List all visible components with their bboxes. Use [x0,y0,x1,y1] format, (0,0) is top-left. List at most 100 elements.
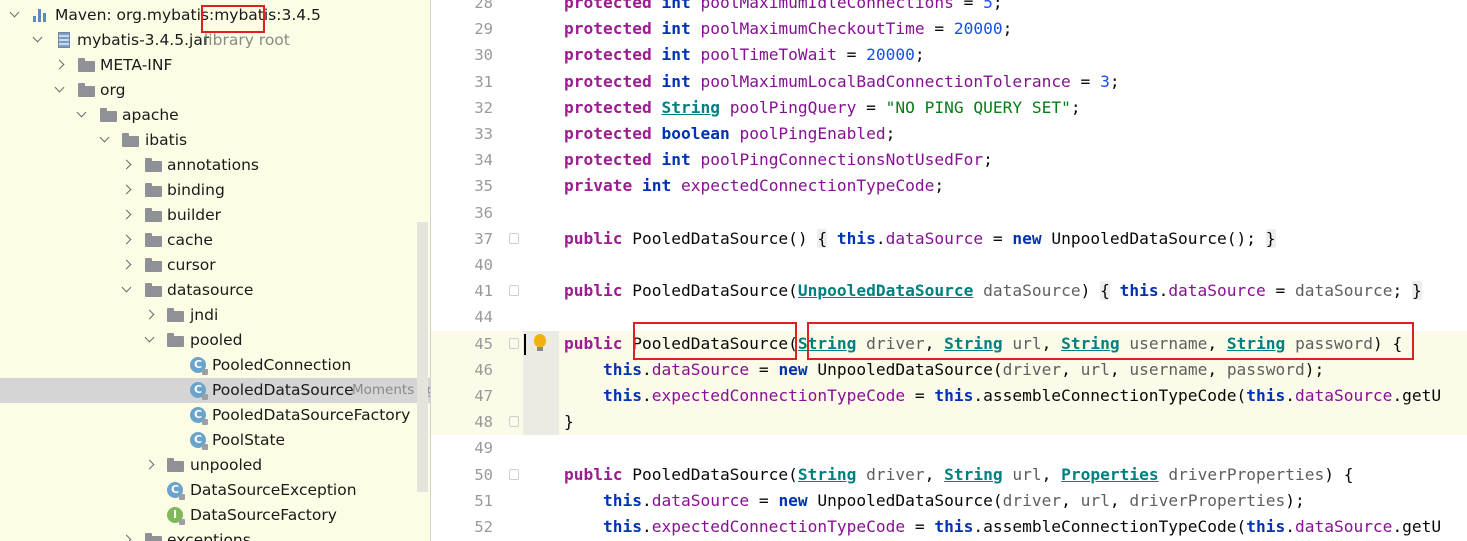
line-number[interactable]: 37 [431,226,493,252]
line-number[interactable]: 44 [431,304,493,330]
code-line[interactable]: 52 this.expectedConnectionTypeCode = thi… [431,514,1467,540]
line-number[interactable]: 41 [431,278,493,304]
code-line[interactable]: 51 this.dataSource = new UnpooledDataSou… [431,488,1467,514]
tree-row-class[interactable]: C DataSourceException [0,478,430,503]
line-number[interactable]: 33 [431,121,493,147]
code-text[interactable]: } [564,409,574,435]
line-number[interactable]: 46 [431,357,493,383]
tree-row-folder[interactable]: datasource [0,278,430,303]
line-number[interactable]: 48 [431,409,493,435]
code-text[interactable]: protected int poolMaximumIdleConnections… [564,0,1003,16]
fold-marker-icon[interactable] [509,285,519,297]
chevron-down-icon[interactable] [53,78,67,103]
tree-row-folder[interactable]: META-INF [0,53,430,78]
code-text[interactable]: protected int poolMaximumLocalBadConnect… [564,69,1120,95]
tree-row-class-selected[interactable]: C PooledDataSource Moments ag [0,378,430,403]
tree-row-class[interactable]: C PooledConnection [0,353,430,378]
code-text[interactable]: public PooledDataSource(String driver, S… [564,462,1354,488]
fold-marker-icon[interactable] [509,468,519,480]
line-number[interactable]: 28 [431,0,493,16]
chevron-right-icon[interactable] [120,203,134,228]
tree-row-jar[interactable]: mybatis-3.4.5.jar library root [0,28,430,53]
code-text[interactable]: protected int poolPingConnectionsNotUsed… [564,147,993,173]
tree-row-folder[interactable]: binding [0,178,430,203]
code-line[interactable]: 30 protected int poolTimeToWait = 20000; [431,42,1467,68]
code-line[interactable]: 36 [431,200,1467,226]
tree-row-folder[interactable]: org [0,78,430,103]
tree-scrollbar[interactable] [417,222,428,492]
line-number[interactable]: 30 [431,42,493,68]
line-number[interactable]: 45 [431,331,493,357]
tree-row-folder[interactable]: jndi [0,303,430,328]
code-text[interactable]: this.expectedConnectionTypeCode = this.a… [564,383,1441,409]
code-text[interactable]: this.dataSource = new UnpooledDataSource… [564,357,1324,383]
tree-row-folder[interactable]: builder [0,203,430,228]
code-text[interactable]: protected int poolTimeToWait = 20000; [564,42,925,68]
fold-marker-icon[interactable] [509,416,519,428]
tree-row-folder[interactable]: apache [0,103,430,128]
code-text[interactable]: this.expectedConnectionTypeCode = this.a… [564,514,1441,540]
code-line[interactable]: 46 this.dataSource = new UnpooledDataSou… [431,356,1467,383]
chevron-right-icon[interactable] [120,528,134,541]
line-number[interactable]: 36 [431,200,493,226]
tree-row-maven-root[interactable]: Maven: org.mybatis:mybatis:3.4.5 [0,3,430,28]
fold-marker-icon[interactable] [509,232,519,244]
intention-bulb-icon[interactable] [534,333,546,351]
code-text[interactable]: protected int poolMaximumCheckoutTime = … [564,16,1012,42]
code-text[interactable]: public PooledDataSource(String driver, S… [564,331,1402,357]
chevron-right-icon[interactable] [120,153,134,178]
code-text[interactable]: protected boolean poolPingEnabled; [564,121,895,147]
tree-row-folder[interactable]: exceptions [0,528,430,541]
tree-row-folder[interactable]: unpooled [0,453,430,478]
code-line[interactable]: 28 protected int poolMaximumIdleConnectio… [431,0,1467,16]
code-line[interactable]: 33 protected boolean poolPingEnabled; [431,121,1467,147]
code-text[interactable]: public PooledDataSource(UnpooledDataSour… [564,278,1422,304]
line-number[interactable]: 32 [431,95,493,121]
line-number[interactable]: 35 [431,173,493,199]
line-number[interactable]: 52 [431,514,493,540]
code-line[interactable]: 44 [431,304,1467,330]
code-line[interactable]: 32 protected String poolPingQuery = "NO P… [431,95,1467,121]
code-line[interactable]: 50 public PooledDataSource(String driver,… [431,462,1467,488]
chevron-right-icon[interactable] [120,253,134,278]
line-number[interactable]: 40 [431,252,493,278]
line-number[interactable]: 47 [431,383,493,409]
code-line[interactable]: 45 public PooledDataSource(String driver,… [431,330,1467,357]
tree-row-folder[interactable]: ibatis [0,128,430,153]
code-line[interactable]: 34 protected int poolPingConnectionsNotUs… [431,147,1467,173]
line-number[interactable]: 50 [431,462,493,488]
code-line[interactable]: 48} [431,409,1467,436]
code-line[interactable]: 35 private int expectedConnectionTypeCode… [431,173,1467,199]
fold-marker-icon[interactable] [509,337,519,349]
code-line[interactable]: 29 protected int poolMaximumCheckoutTime … [431,16,1467,42]
tree-row-interface[interactable]: I DataSourceFactory [0,503,430,528]
line-number[interactable]: 31 [431,69,493,95]
code-line[interactable]: 49 [431,435,1467,461]
chevron-down-icon[interactable] [120,278,134,303]
code-line[interactable]: 37 public PooledDataSource() { this.dataS… [431,226,1467,252]
code-line[interactable]: 31 protected int poolMaximumLocalBadConne… [431,69,1467,95]
chevron-down-icon[interactable] [8,3,22,28]
code-text[interactable]: this.dataSource = new UnpooledDataSource… [564,488,1305,514]
chevron-right-icon[interactable] [143,303,157,328]
chevron-right-icon[interactable] [53,53,67,78]
chevron-right-icon[interactable] [143,453,157,478]
code-line[interactable]: 40 [431,252,1467,278]
line-number[interactable]: 49 [431,435,493,461]
tree-row-folder[interactable]: cursor [0,253,430,278]
chevron-down-icon[interactable] [98,128,112,153]
code-text[interactable]: private int expectedConnectionTypeCode; [564,173,944,199]
tree-row-folder[interactable]: pooled [0,328,430,353]
tree-row-class[interactable]: C PooledDataSourceFactory [0,403,430,428]
chevron-down-icon[interactable] [143,328,157,353]
code-text[interactable]: protected String poolPingQuery = "NO PIN… [564,95,1081,121]
code-line[interactable]: 41 public PooledDataSource(UnpooledDataSo… [431,278,1467,304]
tree-row-folder[interactable]: cache [0,228,430,253]
line-number[interactable]: 51 [431,488,493,514]
chevron-right-icon[interactable] [120,178,134,203]
chevron-down-icon[interactable] [31,28,45,53]
line-number[interactable]: 29 [431,16,493,42]
chevron-down-icon[interactable] [75,103,89,128]
code-editor[interactable]: 28 protected int poolMaximumIdleConnectio… [431,0,1467,541]
code-text[interactable]: public PooledDataSource() { this.dataSou… [564,226,1276,252]
